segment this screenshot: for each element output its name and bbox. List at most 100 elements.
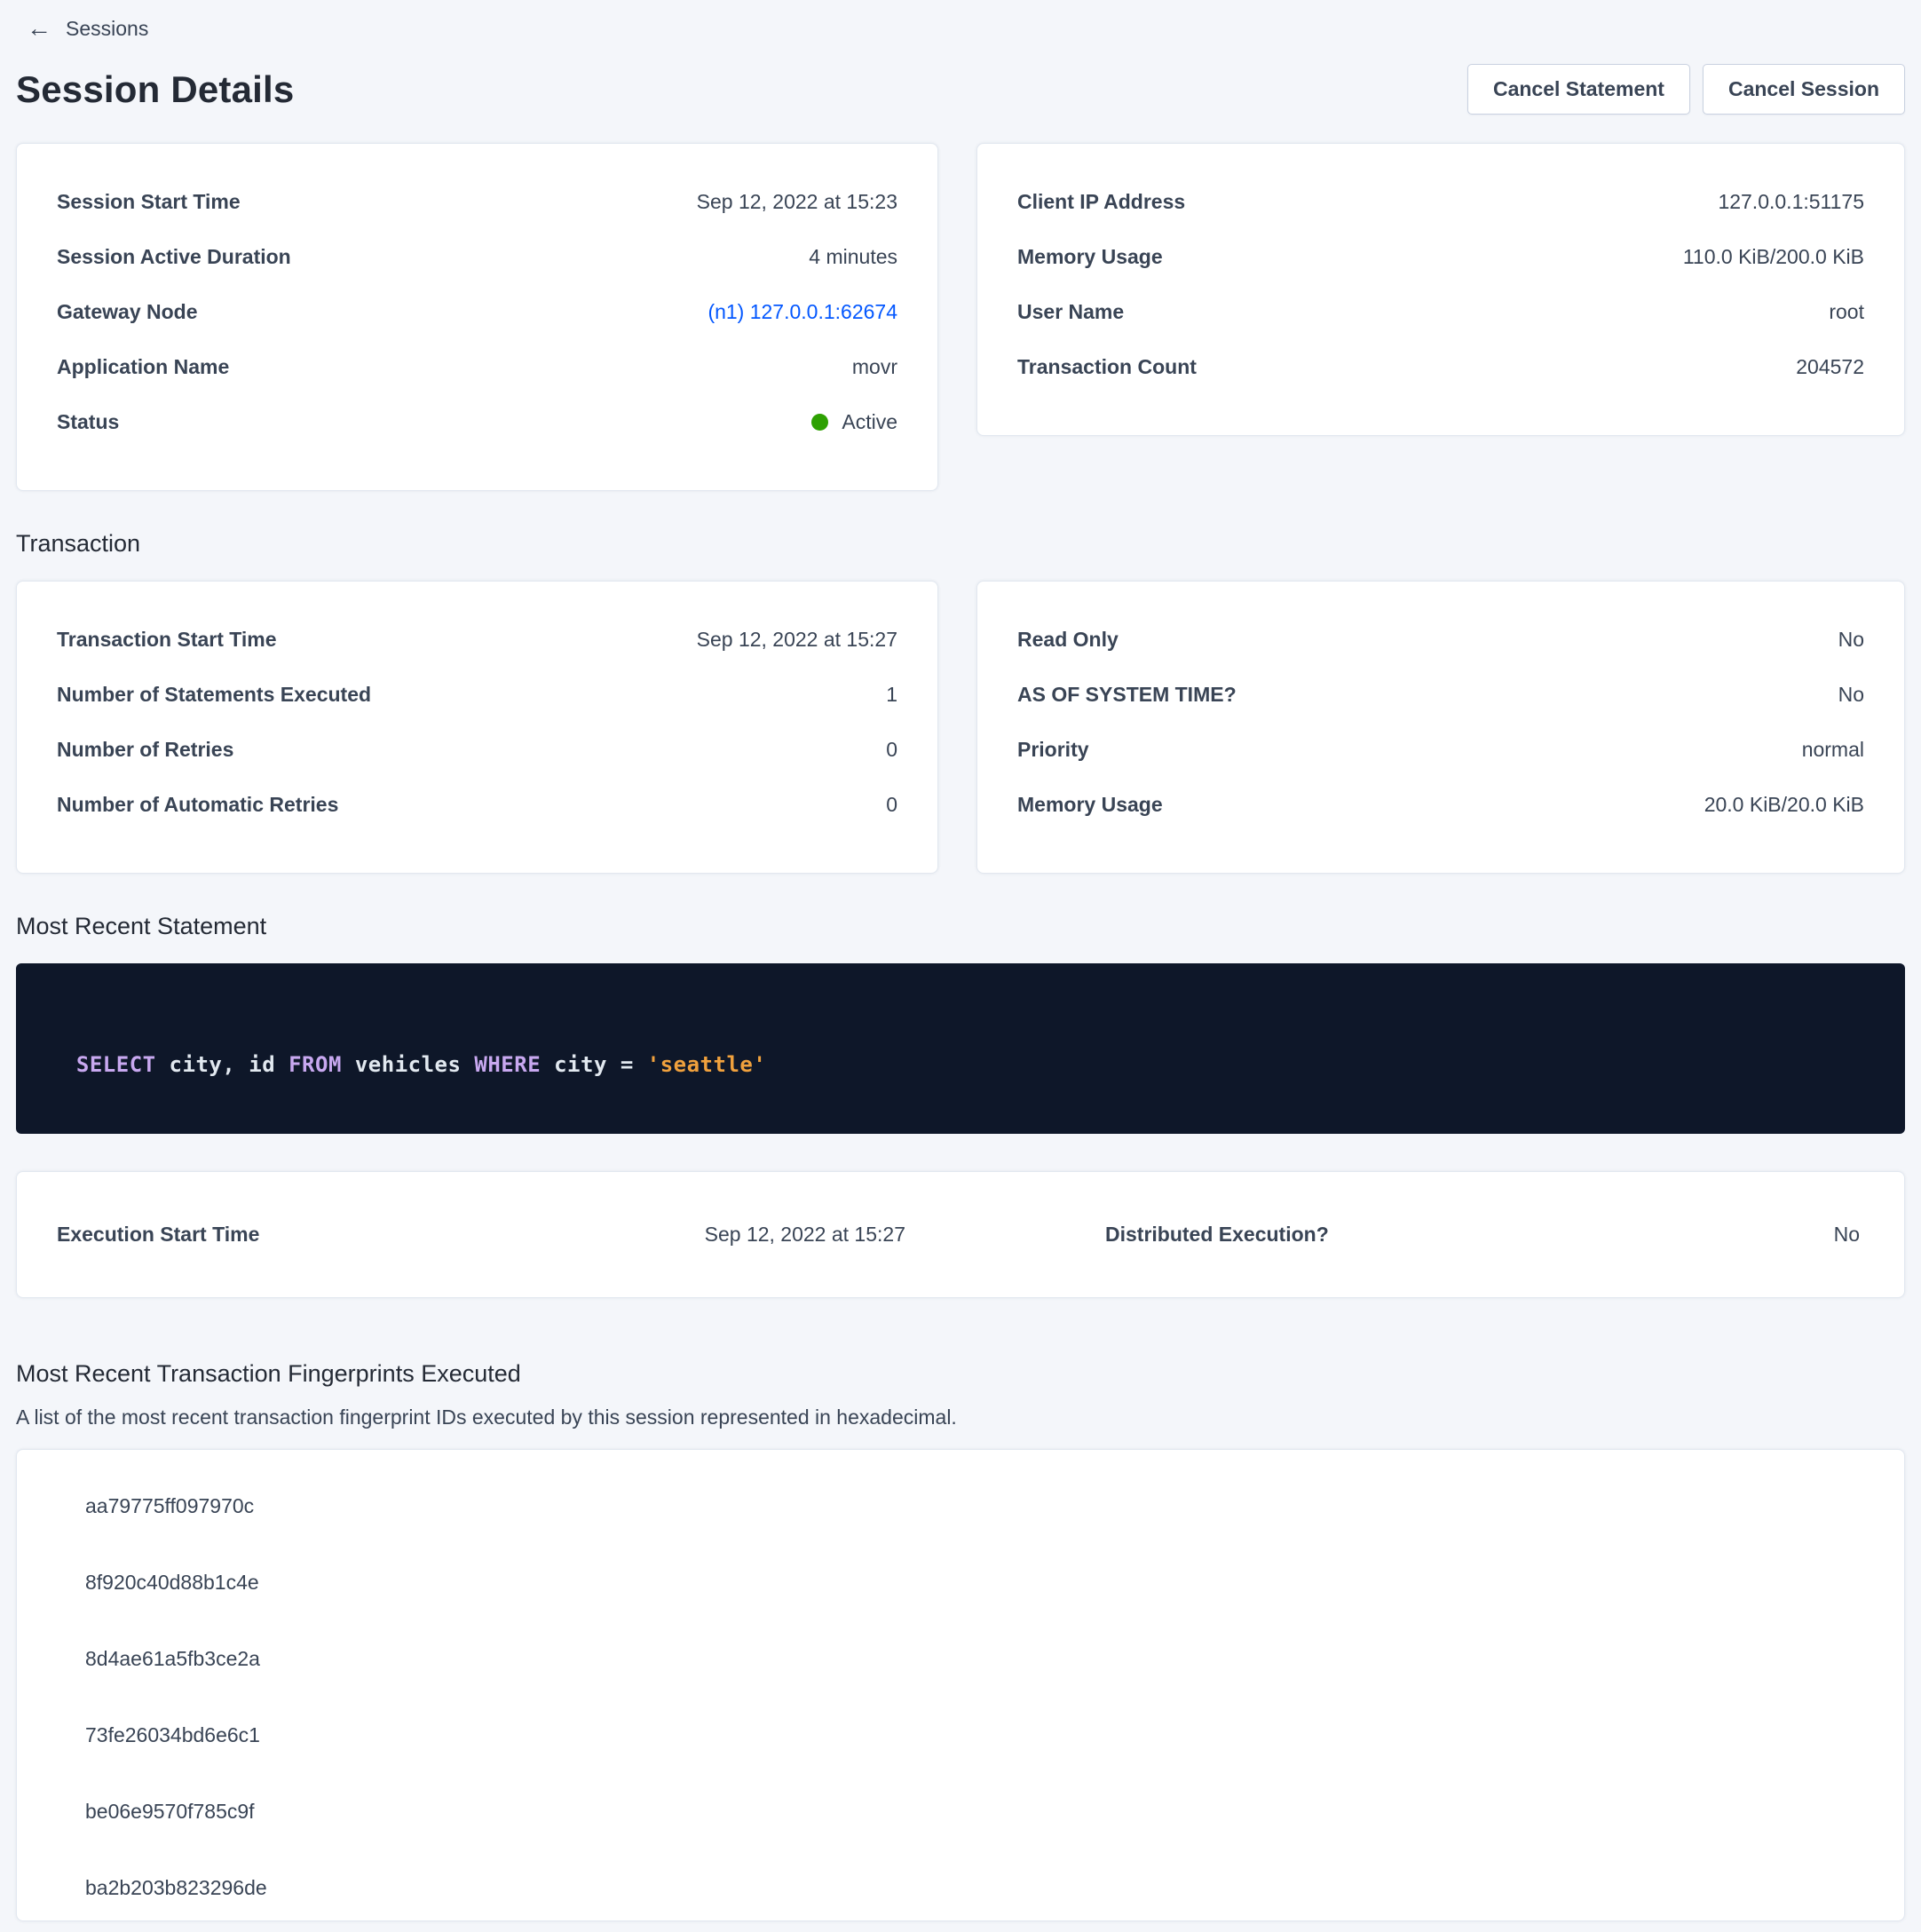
sql-token: vehicles (342, 1052, 475, 1077)
row-value: 20.0 KiB/20.0 KiB (1704, 793, 1864, 817)
info-row: Memory Usage 110.0 KiB/200.0 KiB (1017, 229, 1864, 284)
row-value: root (1829, 300, 1864, 324)
row-value-text: 204572 (1796, 355, 1864, 379)
row-value-text: movr (852, 355, 897, 379)
row-value-text: root (1829, 300, 1864, 324)
info-row: Read Only No (1017, 612, 1864, 667)
row-value-text: normal (1802, 738, 1864, 762)
row-label: Transaction Count (1017, 355, 1197, 379)
info-row: Status Active (57, 394, 897, 449)
row-value-text: Sep 12, 2022 at 15:27 (697, 628, 897, 652)
transaction-section-heading: Transaction (16, 530, 1905, 558)
sql-statement-block: SELECT city, id FROM vehicles WHERE city… (16, 963, 1905, 1134)
sql-token: SELECT (76, 1052, 156, 1077)
fingerprint-item: aa79775ff097970c (85, 1468, 1904, 1544)
info-row: Number of Statements Executed 1 (57, 667, 897, 722)
fingerprint-item: be06e9570f785c9f (85, 1773, 1904, 1849)
action-buttons: Cancel Statement Cancel Session (1467, 64, 1905, 115)
sql-token: 'seattle' (647, 1052, 767, 1077)
row-value: No (1834, 1223, 1860, 1247)
sql-token: city, id (156, 1052, 289, 1077)
row-label: Priority (1017, 738, 1089, 762)
row-value: No (1838, 683, 1864, 707)
transaction-card-left: Transaction Start Time Sep 12, 2022 at 1… (16, 581, 938, 874)
info-row: Session Start Time Sep 12, 2022 at 15:23 (57, 174, 897, 229)
row-label: Memory Usage (1017, 245, 1163, 269)
row-label: Distributed Execution? (1105, 1223, 1329, 1247)
sql-token: WHERE (474, 1052, 541, 1077)
session-overview-card-left: Session Start Time Sep 12, 2022 at 15:23… (16, 143, 938, 491)
info-row: Application Name movr (57, 339, 897, 394)
row-value: No (1838, 628, 1864, 652)
row-value-text: 4 minutes (809, 245, 897, 269)
cancel-session-button[interactable]: Cancel Session (1703, 64, 1905, 115)
info-row: Number of Automatic Retries 0 (57, 777, 897, 832)
row-label: Session Start Time (57, 190, 241, 214)
info-row: Client IP Address 127.0.0.1:51175 (1017, 174, 1864, 229)
info-row: AS OF SYSTEM TIME? No (1017, 667, 1864, 722)
row-value-text: No (1838, 683, 1864, 707)
row-label: Session Active Duration (57, 245, 291, 269)
row-label: Read Only (1017, 628, 1119, 652)
row-label: Execution Start Time (57, 1223, 259, 1247)
session-overview-row: Session Start Time Sep 12, 2022 at 15:23… (16, 143, 1905, 491)
info-row: Transaction Count 204572 (1017, 339, 1864, 394)
sql-token: FROM (289, 1052, 342, 1077)
fingerprint-item: 8f920c40d88b1c4e (85, 1544, 1904, 1620)
row-value: 1 (886, 683, 897, 707)
execution-card: Execution Start Time Sep 12, 2022 at 15:… (16, 1171, 1905, 1298)
fingerprint-item: ba2b203b823296de (85, 1849, 1904, 1921)
info-row: Number of Retries 0 (57, 722, 897, 777)
row-label: AS OF SYSTEM TIME? (1017, 683, 1237, 707)
row-value: 4 minutes (809, 245, 897, 269)
row-value: 0 (886, 793, 897, 817)
info-row: Memory Usage 20.0 KiB/20.0 KiB (1017, 777, 1864, 832)
row-value-text: Sep 12, 2022 at 15:23 (697, 190, 897, 214)
gateway-node-link[interactable]: (n1) 127.0.0.1:62674 (708, 300, 897, 324)
session-details-page: ← Sessions Session Details Cancel Statem… (0, 0, 1921, 1921)
info-row: Transaction Start Time Sep 12, 2022 at 1… (57, 612, 897, 667)
row-label: Application Name (57, 355, 229, 379)
row-value: 110.0 KiB/200.0 KiB (1683, 245, 1864, 269)
row-label: Number of Statements Executed (57, 683, 371, 707)
info-row: Session Active Duration 4 minutes (57, 229, 897, 284)
fingerprints-card: aa79775ff097970c 8f920c40d88b1c4e 8d4ae6… (16, 1449, 1905, 1921)
info-row: Gateway Node (n1) 127.0.0.1:62674 (57, 284, 897, 339)
distributed-execution-row: Distributed Execution? No (960, 1223, 1904, 1247)
row-value: (n1) 127.0.0.1:62674 (708, 300, 897, 324)
row-label: Client IP Address (1017, 190, 1185, 214)
fingerprint-item: 73fe26034bd6e6c1 (85, 1697, 1904, 1773)
row-label: Number of Automatic Retries (57, 793, 338, 817)
execution-start-time-row: Execution Start Time Sep 12, 2022 at 15:… (17, 1223, 960, 1247)
status-active-dot-icon (811, 414, 828, 431)
row-value: 127.0.0.1:51175 (1718, 190, 1864, 214)
cancel-statement-button[interactable]: Cancel Statement (1467, 64, 1690, 115)
row-value: normal (1802, 738, 1864, 762)
back-arrow-icon: ← (27, 16, 51, 41)
row-label: Gateway Node (57, 300, 198, 324)
row-label: Transaction Start Time (57, 628, 277, 652)
title-row: Session Details Cancel Statement Cancel … (16, 64, 1905, 115)
info-row: Priority normal (1017, 722, 1864, 777)
row-value: 204572 (1796, 355, 1864, 379)
row-value: Sep 12, 2022 at 15:27 (705, 1223, 905, 1247)
fingerprints-section-heading: Most Recent Transaction Fingerprints Exe… (16, 1360, 1905, 1388)
session-overview-card-right: Client IP Address 127.0.0.1:51175 Memory… (976, 143, 1905, 436)
row-value-text: No (1838, 628, 1864, 652)
row-value-text: 0 (886, 793, 897, 817)
transaction-row: Transaction Start Time Sep 12, 2022 at 1… (16, 581, 1905, 874)
page-title: Session Details (16, 68, 294, 111)
row-value: Sep 12, 2022 at 15:27 (697, 628, 897, 652)
back-to-sessions-link[interactable]: ← Sessions (16, 9, 1905, 41)
row-value: 0 (886, 738, 897, 762)
sql-token: city = (541, 1052, 647, 1077)
row-value-text: 0 (886, 738, 897, 762)
row-value: movr (852, 355, 897, 379)
row-value-text: 110.0 KiB/200.0 KiB (1683, 245, 1864, 269)
row-value: Sep 12, 2022 at 15:23 (697, 190, 897, 214)
fingerprint-item: 8d4ae61a5fb3ce2a (85, 1620, 1904, 1697)
row-label: Memory Usage (1017, 793, 1163, 817)
row-value-text: 20.0 KiB/20.0 KiB (1704, 793, 1864, 817)
row-value-text: 127.0.0.1:51175 (1718, 190, 1864, 214)
row-label: Status (57, 410, 119, 434)
